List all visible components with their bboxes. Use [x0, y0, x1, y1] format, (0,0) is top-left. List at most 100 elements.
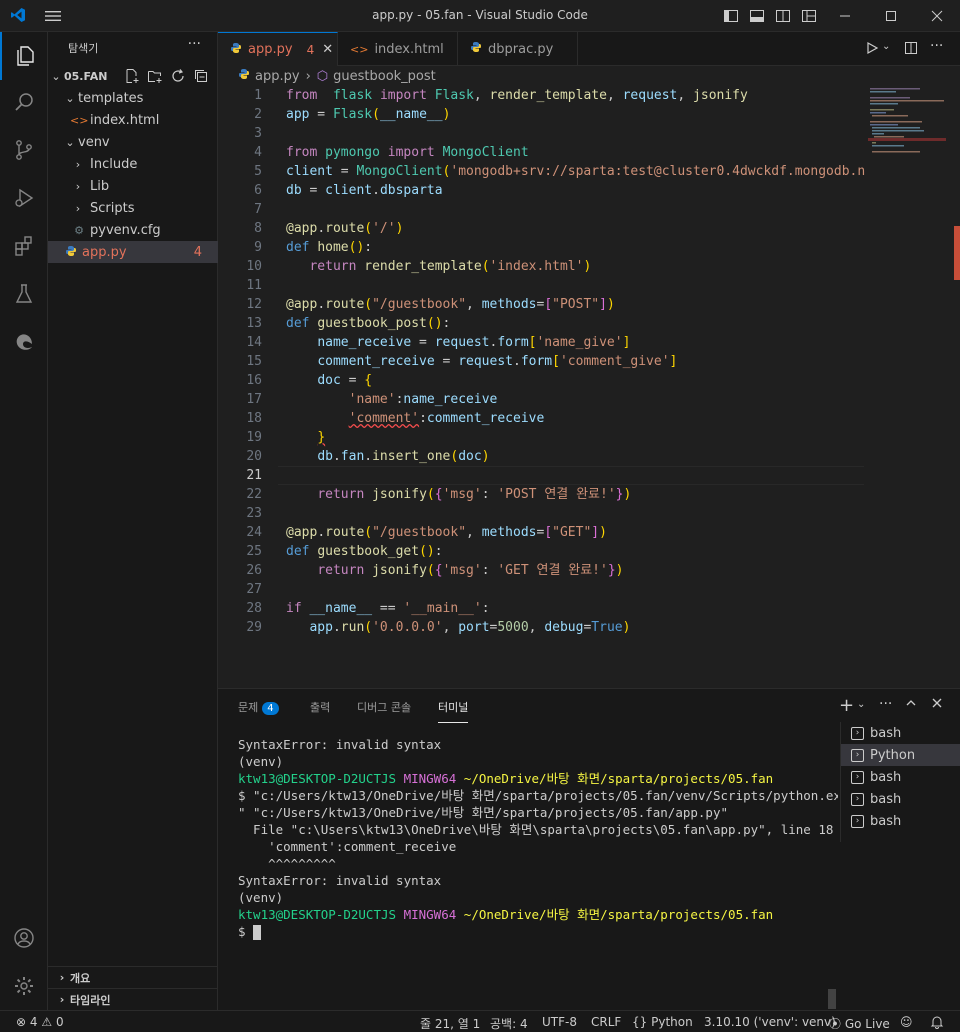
- code-token: port: [458, 620, 490, 635]
- editor-tabs: app.py 4 ✕ <> index.html dbprac.py ⌄ ···: [218, 32, 960, 66]
- terminal-item-bash[interactable]: › bash: [841, 722, 960, 744]
- tree-item-pyvenv-cfg[interactable]: ⚙ pyvenv.cfg: [48, 219, 218, 241]
- error-marker: [954, 226, 960, 280]
- toggle-panel-icon[interactable]: [749, 8, 765, 28]
- run-debug-icon[interactable]: [0, 174, 48, 222]
- toggle-secondary-sidebar-icon[interactable]: [775, 8, 791, 28]
- testing-icon[interactable]: [0, 270, 48, 318]
- tree-item-lib[interactable]: › Lib: [48, 175, 218, 197]
- breadcrumb-symbol[interactable]: guestbook_post: [333, 69, 436, 84]
- tab-debug-console[interactable]: 디버그 콘솔: [357, 699, 411, 723]
- explorer-icon[interactable]: [0, 32, 48, 80]
- terminal-item-bash[interactable]: › bash: [841, 766, 960, 788]
- refresh-icon[interactable]: [170, 68, 186, 88]
- search-icon[interactable]: [0, 78, 48, 126]
- terminal-more-actions-icon[interactable]: ···: [879, 696, 892, 712]
- code-token: "/guestbook": [372, 525, 467, 540]
- tab-app-py[interactable]: app.py 4 ✕: [218, 32, 338, 66]
- close-window-button[interactable]: [914, 0, 960, 31]
- feedback-icon[interactable]: ☺: [900, 1015, 913, 1029]
- tab-terminal[interactable]: 터미널: [438, 699, 469, 723]
- minimize-button[interactable]: [822, 0, 868, 31]
- collapse-all-icon[interactable]: [193, 68, 209, 88]
- terminal-item-bash[interactable]: › bash: [841, 788, 960, 810]
- terminal-dropdown-chevron-icon[interactable]: ⌄: [857, 699, 865, 710]
- tab-index-html[interactable]: <> index.html: [338, 32, 458, 66]
- notifications-bell-icon[interactable]: [930, 1015, 944, 1032]
- terminal-line: ktw13@DESKTOP-D2UCTJS MINGW64 ~/OneDrive…: [238, 906, 838, 923]
- tab-problems[interactable]: 문제 4: [238, 699, 279, 723]
- title-bar: app.py - 05.fan - Visual Studio Code: [0, 0, 960, 32]
- language-mode[interactable]: {} Python: [632, 1015, 693, 1029]
- html-file-icon: <>: [350, 42, 369, 56]
- tab-dbprac-py[interactable]: dbprac.py: [458, 32, 578, 66]
- extensions-icon[interactable]: [0, 222, 48, 270]
- indentation[interactable]: 공백: 4: [490, 1015, 528, 1032]
- close-panel-icon[interactable]: [931, 697, 943, 713]
- line-ending[interactable]: CRLF: [591, 1015, 621, 1029]
- tree-item-venv[interactable]: ⌄ venv: [48, 131, 218, 153]
- code-editor[interactable]: 1 2 3 4 5 6 7 8 9 10 11 12 13 14 15 16 17 18 19 20 21 22 23 24 2…: [218, 86, 868, 686]
- outline-label: 개요: [70, 971, 91, 985]
- toggle-primary-sidebar-icon[interactable]: [723, 8, 739, 28]
- terminal-item-python[interactable]: › Python: [841, 744, 960, 766]
- new-folder-icon[interactable]: [147, 68, 163, 88]
- tree-item-app-py[interactable]: app.py 4: [48, 241, 218, 263]
- problems-status[interactable]: ⊗ 4 ⚠ 0: [16, 1015, 64, 1029]
- code-token: dbsparta: [379, 183, 443, 198]
- terminal-token: SyntaxError: invalid syntax: [238, 873, 442, 888]
- editor-more-actions-icon[interactable]: ···: [930, 38, 943, 54]
- close-tab-icon[interactable]: ✕: [322, 42, 333, 57]
- python-interpreter[interactable]: 3.10.10 ('venv': venv): [704, 1015, 836, 1029]
- terminal-scrollbar[interactable]: [828, 989, 836, 1009]
- terminal-item-bash[interactable]: › bash: [841, 810, 960, 832]
- outline-section[interactable]: › 개요: [48, 966, 218, 988]
- tree-item-templates[interactable]: ⌄ templates: [48, 87, 218, 109]
- maximize-panel-chevron-up-icon[interactable]: [905, 697, 917, 713]
- go-live-button[interactable]: ⦿ Go Live: [829, 1015, 890, 1032]
- timeline-section[interactable]: › 타임라인: [48, 988, 218, 1010]
- edge-devtools-icon[interactable]: [0, 318, 48, 366]
- minimap[interactable]: [868, 86, 950, 686]
- accounts-icon[interactable]: [0, 914, 48, 962]
- new-terminal-plus-icon[interactable]: +: [839, 695, 854, 716]
- tree-item-index-html[interactable]: <> index.html: [48, 109, 218, 131]
- more-actions-icon[interactable]: ···: [188, 36, 201, 52]
- folder-root[interactable]: ⌄ 05.FAN: [48, 65, 218, 87]
- tab-output[interactable]: 출력: [310, 699, 330, 723]
- tab-label: index.html: [374, 41, 444, 57]
- code-token: home: [317, 240, 349, 255]
- line-number: 20: [246, 449, 262, 464]
- customize-layout-icon[interactable]: [801, 8, 817, 28]
- code-token: render_template: [489, 88, 607, 103]
- code-token: [: [544, 297, 553, 312]
- code-line: app = Flask(__name__): [286, 105, 866, 124]
- cursor-position[interactable]: 줄 21, 열 1: [420, 1015, 480, 1032]
- terminal-token: SyntaxError: invalid syntax: [238, 737, 442, 752]
- code-token: (: [364, 525, 373, 540]
- code-token: render_template: [364, 259, 482, 274]
- terminal-token: (venv): [238, 890, 284, 905]
- new-file-icon[interactable]: [124, 68, 140, 88]
- code-token: 'mongodb+srv://sparta:test@cluster0.4dwc…: [450, 164, 866, 179]
- encoding[interactable]: UTF-8: [542, 1015, 577, 1029]
- run-dropdown-chevron-icon[interactable]: ⌄: [882, 41, 890, 52]
- source-control-icon[interactable]: [0, 126, 48, 174]
- code-token: .: [332, 620, 341, 635]
- tree-item-scripts[interactable]: › Scripts: [48, 197, 218, 219]
- code-token: ): [599, 525, 607, 540]
- code-token: name_receive: [403, 392, 498, 407]
- tree-item-include[interactable]: › Include: [48, 153, 218, 175]
- breadcrumb-file[interactable]: app.py: [255, 69, 300, 84]
- maximize-button[interactable]: [868, 0, 914, 31]
- settings-gear-icon[interactable]: [0, 962, 48, 1010]
- line-number: 15: [246, 354, 262, 369]
- code-token: 'POST 연결 완료!': [497, 487, 616, 502]
- run-file-icon[interactable]: [865, 41, 879, 59]
- split-editor-icon[interactable]: [904, 41, 918, 59]
- editor-scrollbar[interactable]: [952, 86, 960, 686]
